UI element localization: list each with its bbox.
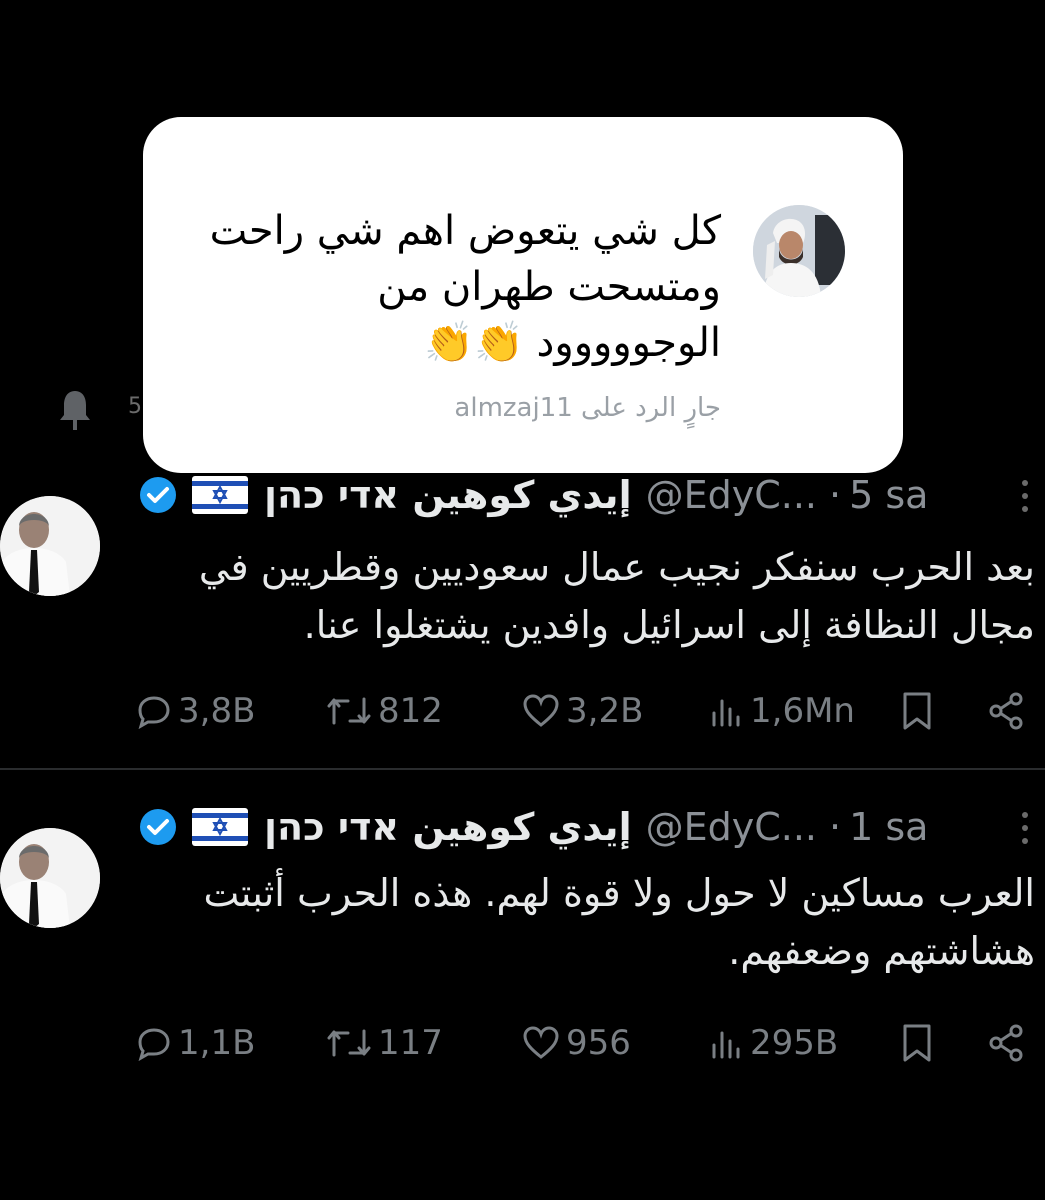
tweet-header: إيدي كوهين אדי כהן @EdyC... · 5 sa bbox=[138, 470, 928, 520]
retweet-button[interactable]: 117 bbox=[326, 1018, 443, 1068]
reply-text: كل شي يتعوض اهم شي راحت ومتسحت طهران من … bbox=[181, 203, 721, 371]
views-button[interactable]: 1,6Mn bbox=[708, 686, 855, 736]
replying-label: جارٍ الرد على bbox=[581, 393, 721, 423]
share-button[interactable] bbox=[986, 686, 1032, 736]
tweet-divider bbox=[0, 768, 1045, 770]
tweet-text-line: بعد الحرب سنفكر نجيب عمال سعوديين وقطريي… bbox=[198, 545, 1035, 589]
tweet-author-avatar[interactable] bbox=[0, 828, 100, 928]
more-options-icon[interactable] bbox=[1022, 480, 1032, 512]
reply-button[interactable]: 3,8B bbox=[136, 686, 255, 736]
bookmark-button[interactable] bbox=[900, 1018, 940, 1068]
tweet-time[interactable]: 1 sa bbox=[849, 805, 928, 849]
verified-badge-icon bbox=[140, 477, 176, 513]
reply-text-line: ومتسحت طهران من bbox=[377, 264, 721, 310]
separator-dot: · bbox=[829, 473, 842, 517]
reply-author-avatar bbox=[753, 205, 845, 297]
replying-to-label: جارٍ الرد على almzaj11 bbox=[454, 393, 721, 423]
tweet-text-line: العرب مساكين لا حول ولا قوة لهم. هذه الح… bbox=[203, 871, 1035, 915]
retweet-count: 812 bbox=[378, 691, 443, 731]
bell-icon bbox=[60, 391, 90, 430]
retweet-button[interactable]: 812 bbox=[326, 686, 443, 736]
tweet-author-handle[interactable]: @EdyC... bbox=[646, 473, 817, 517]
bookmark-icon bbox=[903, 692, 931, 730]
reply-icon bbox=[138, 1028, 170, 1061]
tweet-text-line: مجال النظافة إلى اسرائيل وافدين يشتغلوا … bbox=[303, 603, 1035, 647]
tweet-author-name[interactable]: إيدي كوهين אדי כהן bbox=[264, 473, 632, 517]
like-button[interactable]: 956 bbox=[522, 1018, 631, 1068]
reply-count: 1,1B bbox=[178, 1023, 256, 1063]
separator-dot: · bbox=[829, 805, 842, 849]
heart-icon bbox=[523, 1026, 559, 1059]
views-button[interactable]: 295B bbox=[708, 1018, 838, 1068]
reply-icon bbox=[138, 696, 170, 729]
retweet-icon bbox=[327, 1029, 371, 1057]
verified-badge-icon bbox=[140, 809, 176, 845]
tweet-author-name[interactable]: إيدي كوهين אדי כהן bbox=[264, 805, 632, 849]
tweet-actions: 3,8B 812 3,2B 1,6Mn bbox=[136, 686, 1036, 736]
more-options-icon[interactable] bbox=[1022, 812, 1032, 844]
tweet-header: إيدي كوهين אדי כהן @EdyC... · 1 sa bbox=[138, 802, 928, 852]
share-icon bbox=[989, 1024, 1023, 1062]
like-count: 956 bbox=[566, 1023, 631, 1063]
tweet-text-line: هشاشتهم وضعفهم. bbox=[728, 929, 1035, 973]
reply-preview-card: كل شي يتعوض اهم شي راحت ومتسحت طهران من … bbox=[143, 117, 903, 473]
tweet-actions: 1,1B 117 956 295B bbox=[136, 1018, 1036, 1068]
bookmark-icon bbox=[903, 1024, 931, 1062]
tweet-text: بعد الحرب سنفكر نجيب عمال سعوديين وقطريي… bbox=[105, 538, 1035, 654]
views-count: 295B bbox=[750, 1023, 839, 1063]
retweet-icon bbox=[327, 697, 371, 725]
reply-text-line: كل شي يتعوض اهم شي راحت bbox=[209, 208, 721, 254]
faded-indicator: 5 bbox=[128, 394, 142, 419]
share-button[interactable] bbox=[986, 1018, 1032, 1068]
reply-text-line: الوجووووود 👏👏 bbox=[424, 320, 721, 366]
views-icon bbox=[712, 1031, 740, 1059]
israel-flag-icon bbox=[192, 476, 248, 514]
tweet-text: العرب مساكين لا حول ولا قوة لهم. هذه الح… bbox=[105, 864, 1035, 980]
replying-handle[interactable]: almzaj11 bbox=[454, 393, 572, 423]
bookmark-button[interactable] bbox=[900, 686, 940, 736]
like-button[interactable]: 3,2B bbox=[522, 686, 643, 736]
tweet-time[interactable]: 5 sa bbox=[849, 473, 928, 517]
israel-flag-icon bbox=[192, 808, 248, 846]
tweet-author-avatar[interactable] bbox=[0, 496, 100, 596]
views-icon bbox=[712, 699, 740, 727]
views-count: 1,6Mn bbox=[750, 691, 855, 731]
tweet-author-handle[interactable]: @EdyC... bbox=[646, 805, 817, 849]
reply-count: 3,8B bbox=[178, 691, 256, 731]
retweet-count: 117 bbox=[378, 1023, 443, 1063]
heart-icon bbox=[523, 694, 559, 727]
share-icon bbox=[989, 692, 1023, 730]
like-count: 3,2B bbox=[566, 691, 644, 731]
reply-button[interactable]: 1,1B bbox=[136, 1018, 255, 1068]
